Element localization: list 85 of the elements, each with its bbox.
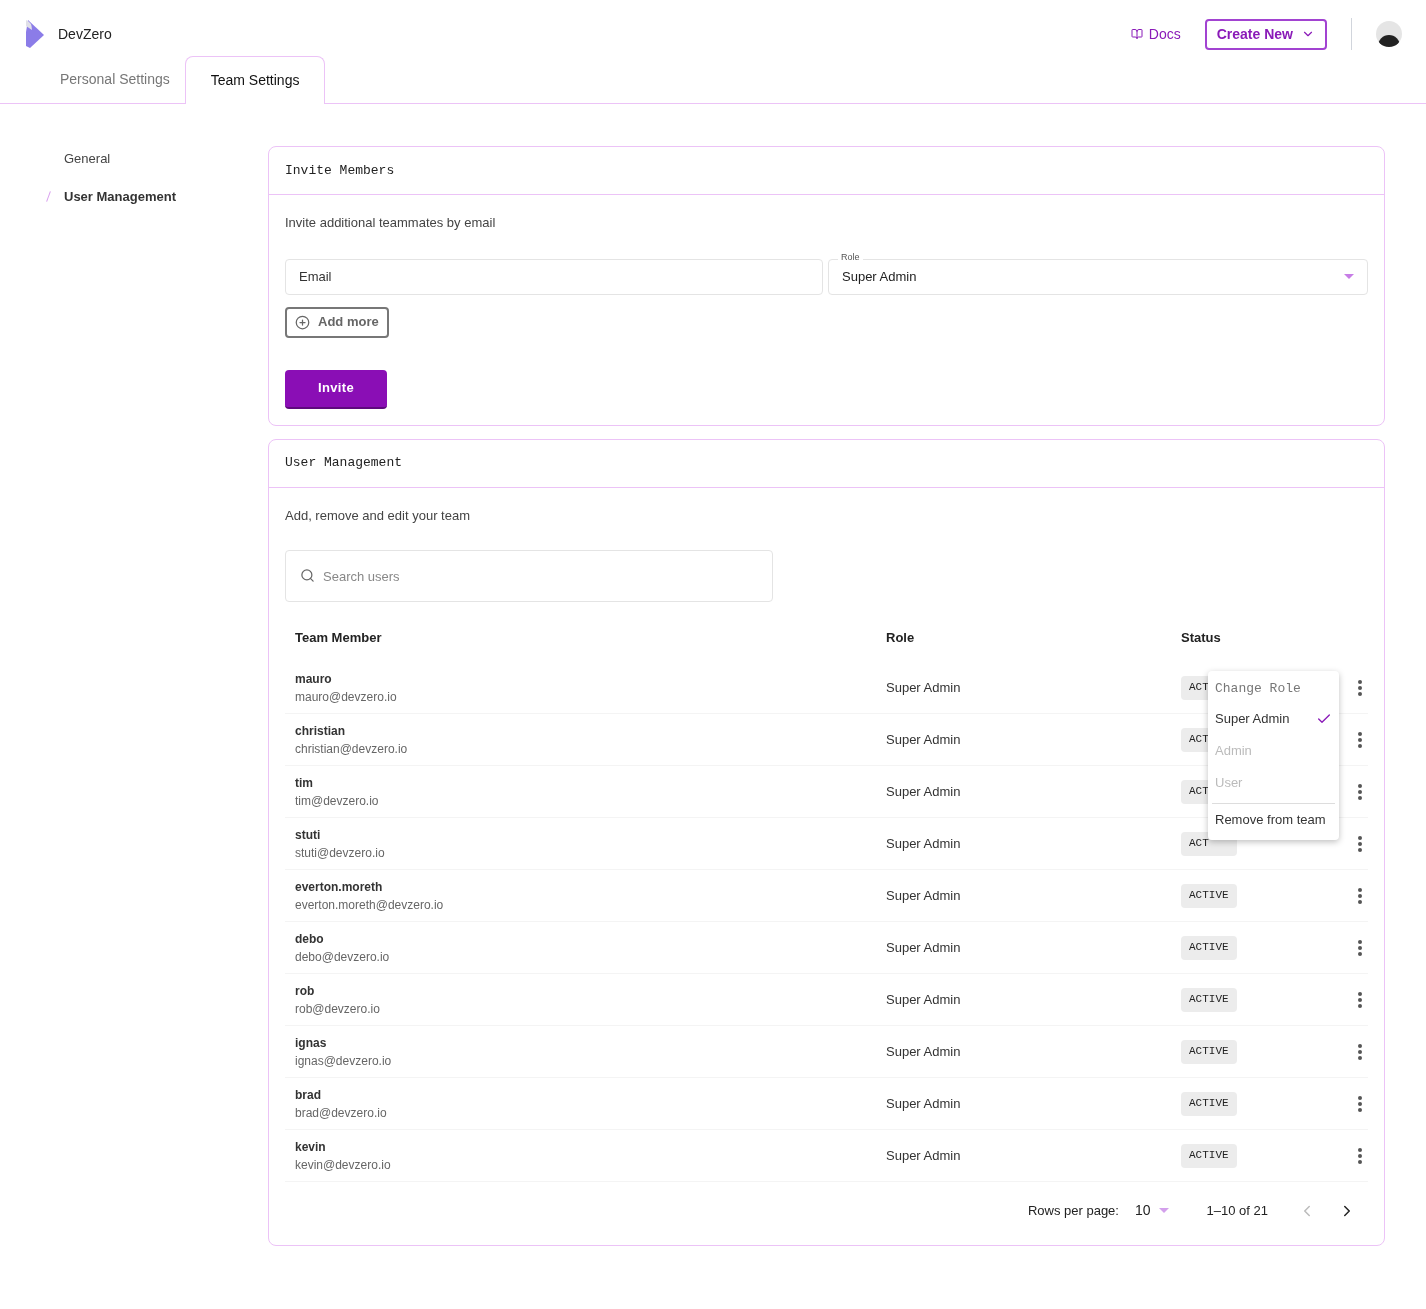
member-name: mauro [295, 670, 333, 688]
more-options-button[interactable] [1358, 991, 1362, 1008]
kebab-icon [1358, 887, 1362, 904]
settings-tab[interactable]: Team Settings [184, 56, 326, 104]
member-name: debo [295, 930, 325, 948]
more-options-button[interactable] [1358, 783, 1362, 800]
docs-link[interactable]: Docs [1130, 23, 1181, 45]
status-badge: ACTIVE [1181, 1091, 1237, 1116]
kebab-icon [1358, 1147, 1362, 1164]
status-badge: ACTIVE [1181, 935, 1237, 960]
member-name: ignas [295, 1034, 328, 1052]
role-cell-text: Super Admin [886, 678, 962, 697]
logo-icon [24, 18, 46, 50]
kebab-icon [1358, 991, 1362, 1008]
role-cell-text: Super Admin [886, 1146, 962, 1165]
page-range: 1–10 of 21 [1206, 1201, 1268, 1220]
card-title: Invite Members [285, 161, 395, 180]
member-name: stuti [295, 826, 322, 844]
kebab-icon [1358, 1095, 1362, 1112]
role-cell-text: Super Admin [886, 782, 962, 801]
search-field[interactable]: Search users [285, 550, 773, 602]
kebab-icon [1358, 835, 1362, 852]
member-name: kevin [295, 1138, 327, 1156]
member-name: rob [295, 982, 316, 1000]
plus-circle-icon [295, 314, 310, 330]
role-cell-text: Super Admin [886, 834, 962, 853]
status-badge: ACTIVE [1181, 1039, 1237, 1064]
invite-button[interactable]: Invite [285, 369, 387, 409]
member-name: tim [295, 774, 314, 792]
role-cell-text: Super Admin [886, 990, 962, 1009]
brand-name: DevZero [58, 24, 112, 44]
member-email: brad@devzero.io [295, 1104, 388, 1122]
more-options-button[interactable] [1358, 679, 1362, 696]
card-description: Invite additional teammates by email [285, 214, 497, 232]
member-email: mauro@devzero.io [295, 688, 398, 706]
member-name: everton.moreth [295, 878, 384, 896]
more-options-button[interactable] [1358, 887, 1362, 904]
column-header: Team Member [295, 629, 383, 648]
member-email: kevin@devzero.io [295, 1156, 392, 1174]
more-options-button[interactable] [1358, 939, 1362, 956]
settings-tab[interactable]: Personal Settings [45, 55, 185, 103]
book-icon [1130, 28, 1143, 40]
column-header: Status [1181, 629, 1221, 648]
sidebar-item[interactable]: General [48, 149, 268, 169]
avatar[interactable] [1376, 21, 1402, 47]
member-email: debo@devzero.io [295, 948, 391, 966]
role-cell-text: Super Admin [886, 730, 962, 749]
column-header: Role [886, 629, 916, 648]
search-icon [300, 568, 315, 583]
kebab-icon [1358, 1043, 1362, 1060]
more-options-button[interactable] [1358, 835, 1362, 852]
member-email: everton.moreth@devzero.io [295, 896, 445, 914]
caret-icon [1344, 274, 1354, 279]
member-email: tim@devzero.io [295, 792, 380, 810]
member-email: stuti@devzero.io [295, 844, 386, 862]
role-cell-text: Super Admin [886, 886, 962, 905]
member-name: brad [295, 1086, 322, 1104]
field-label: Role [838, 250, 863, 263]
status-badge: ACTIVE [1181, 1143, 1237, 1168]
more-options-button[interactable] [1358, 1043, 1362, 1060]
role-cell-text: Super Admin [886, 1094, 962, 1113]
member-email: rob@devzero.io [295, 1000, 381, 1018]
rows-per-page-select[interactable]: 10 [1134, 1200, 1169, 1221]
member-email: ignas@devzero.io [295, 1052, 393, 1070]
member-name: christian [295, 722, 346, 740]
status-badge: ACTIVE [1181, 883, 1237, 908]
member-email: christian@devzero.io [295, 740, 409, 758]
kebab-icon [1358, 939, 1362, 956]
status-badge: ACTIVE [1181, 987, 1237, 1012]
email-field[interactable]: Email [285, 258, 823, 295]
caret-icon [1158, 1208, 1169, 1213]
role-cell-text: Super Admin [886, 1042, 962, 1061]
card-title: User Management [285, 454, 403, 473]
sidebar-item[interactable]: User Management [48, 186, 268, 206]
add-more-button[interactable]: Add more [285, 306, 389, 338]
role-cell-text: Super Admin [886, 938, 962, 957]
rows-per-page-label: Rows per page: [1027, 1201, 1119, 1220]
more-options-button[interactable] [1358, 1147, 1362, 1164]
kebab-icon [1358, 731, 1362, 748]
card-description: Add, remove and edit your team [285, 506, 471, 525]
more-options-button[interactable] [1358, 1095, 1362, 1112]
kebab-icon [1358, 679, 1362, 696]
kebab-icon [1358, 783, 1362, 800]
create-new-button[interactable]: Create New [1204, 18, 1327, 50]
more-options-button[interactable] [1358, 731, 1362, 748]
